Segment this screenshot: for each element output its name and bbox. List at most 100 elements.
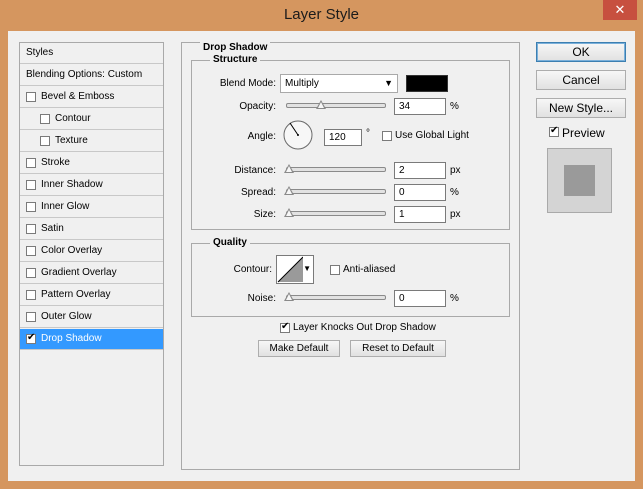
angle-label: Angle: — [247, 131, 276, 142]
ok-button[interactable]: OK — [536, 42, 626, 62]
inner-shadow-checkbox[interactable] — [26, 180, 36, 190]
opacity-label: Opacity: — [239, 101, 276, 112]
noise-slider[interactable] — [284, 292, 386, 301]
contour-picker[interactable]: ▼ — [276, 255, 314, 284]
size-label: Size: — [253, 209, 276, 220]
stroke-checkbox[interactable] — [26, 158, 36, 168]
sidebar-item-color-overlay[interactable]: Color Overlay — [20, 241, 163, 262]
styles-header[interactable]: Styles — [20, 43, 163, 64]
sidebar-item-label: Satin — [41, 223, 64, 234]
spread-field[interactable]: 0 — [394, 184, 446, 201]
inner-glow-checkbox[interactable] — [26, 202, 36, 212]
sidebar-item-label: Pattern Overlay — [41, 289, 111, 300]
opacity-slider[interactable] — [286, 100, 386, 109]
styles-header-label: Styles — [26, 47, 54, 58]
title-bar[interactable]: Layer Style ✕ — [0, 0, 643, 30]
contour-checkbox[interactable] — [40, 114, 50, 124]
contour-label: Contour: — [233, 264, 272, 275]
texture-checkbox[interactable] — [40, 136, 50, 146]
preview-label: Preview — [562, 126, 605, 140]
shadow-color-swatch[interactable] — [406, 75, 448, 92]
sidebar-item-label: Drop Shadow — [41, 333, 102, 344]
preview-swatch — [564, 165, 595, 196]
blending-options-label: Blending Options: Custom — [26, 69, 143, 80]
spread-unit: % — [450, 187, 459, 198]
cancel-button[interactable]: Cancel — [536, 70, 626, 90]
blend-mode-value: Multiply — [285, 78, 319, 89]
noise-label: Noise: — [247, 293, 276, 304]
angle-dial-icon[interactable] — [282, 119, 314, 151]
opacity-unit: % — [450, 101, 459, 112]
sidebar-item-inner-shadow[interactable]: Inner Shadow — [20, 175, 163, 196]
dialog-window: Layer Style ✕ Styles Blending Options: C… — [0, 0, 643, 489]
distance-label: Distance: — [234, 165, 276, 176]
noise-slider-thumb[interactable] — [284, 292, 294, 301]
sidebar-item-label: Color Overlay — [41, 245, 103, 256]
blend-mode-select[interactable]: Multiply ▼ — [280, 74, 398, 93]
sidebar-item-label: Outer Glow — [41, 311, 92, 322]
styles-list: Styles Blending Options: Custom Bevel & … — [19, 42, 164, 466]
reset-to-default-button[interactable]: Reset to Default — [350, 340, 446, 357]
size-slider[interactable] — [284, 208, 386, 217]
anti-aliased-checkbox[interactable] — [330, 265, 340, 275]
angle-unit: ° — [366, 128, 370, 139]
use-global-light-label: Use Global Light — [395, 130, 469, 141]
knockout-toggle[interactable]: Layer Knocks Out Drop Shadow — [280, 321, 436, 333]
make-default-button[interactable]: Make Default — [258, 340, 340, 357]
distance-slider-thumb[interactable] — [284, 164, 294, 173]
dialog-body: Styles Blending Options: Custom Bevel & … — [8, 31, 635, 481]
preview-thumbnail — [547, 148, 612, 213]
knockout-label: Layer Knocks Out Drop Shadow — [293, 322, 436, 333]
distance-unit: px — [450, 165, 461, 176]
sidebar-item-satin[interactable]: Satin — [20, 219, 163, 240]
angle-field[interactable]: 120 — [324, 129, 362, 146]
sidebar-item-gradient-overlay[interactable]: Gradient Overlay — [20, 263, 163, 284]
gradient-overlay-checkbox[interactable] — [26, 268, 36, 278]
opacity-field[interactable]: 34 — [394, 98, 446, 115]
sidebar-item-label: Contour — [55, 113, 91, 124]
anti-aliased-label: Anti-aliased — [343, 264, 396, 275]
preview-toggle[interactable]: Preview — [549, 125, 605, 140]
sidebar-item-drop-shadow[interactable]: Drop Shadow — [20, 329, 163, 350]
use-global-light-toggle[interactable]: Use Global Light — [382, 130, 469, 141]
sidebar-item-outer-glow[interactable]: Outer Glow — [20, 307, 163, 328]
opacity-slider-thumb[interactable] — [316, 100, 326, 109]
knockout-checkbox[interactable] — [280, 321, 290, 333]
noise-unit: % — [450, 293, 459, 304]
preview-checkbox[interactable] — [549, 125, 559, 137]
spread-slider[interactable] — [284, 186, 386, 195]
satin-checkbox[interactable] — [26, 224, 36, 234]
contour-linear-icon — [277, 256, 303, 283]
noise-field[interactable]: 0 — [394, 290, 446, 307]
sidebar-item-inner-glow[interactable]: Inner Glow — [20, 197, 163, 218]
sidebar-item-stroke[interactable]: Stroke — [20, 153, 163, 174]
sidebar-item-label: Gradient Overlay — [41, 267, 117, 278]
blend-mode-label: Blend Mode: — [219, 78, 276, 89]
color-overlay-checkbox[interactable] — [26, 246, 36, 256]
sidebar-item-texture[interactable]: Texture — [20, 131, 163, 152]
distance-field[interactable]: 2 — [394, 162, 446, 179]
sidebar-item-contour[interactable]: Contour — [20, 109, 163, 130]
size-unit: px — [450, 209, 461, 220]
close-icon[interactable]: ✕ — [603, 0, 637, 20]
quality-group: Quality Contour: ▼ Anti-aliased Noise: 0 — [191, 237, 510, 317]
size-slider-thumb[interactable] — [284, 208, 294, 217]
size-field[interactable]: 1 — [394, 206, 446, 223]
sidebar-item-label: Inner Shadow — [41, 179, 103, 190]
anti-aliased-toggle[interactable]: Anti-aliased — [330, 264, 395, 275]
chevron-down-icon[interactable]: ▼ — [303, 264, 311, 273]
new-style-button[interactable]: New Style... — [536, 98, 626, 118]
sidebar-item-pattern-overlay[interactable]: Pattern Overlay — [20, 285, 163, 306]
outer-glow-checkbox[interactable] — [26, 312, 36, 322]
blending-options-item[interactable]: Blending Options: Custom — [20, 65, 163, 86]
distance-slider[interactable] — [284, 164, 386, 173]
use-global-light-checkbox[interactable] — [382, 131, 392, 141]
drop-shadow-checkbox[interactable] — [26, 332, 36, 344]
spread-slider-thumb[interactable] — [284, 186, 294, 195]
pattern-overlay-checkbox[interactable] — [26, 290, 36, 300]
structure-title: Structure — [210, 54, 261, 65]
dialog-title: Layer Style — [283, 6, 360, 23]
bevel-emboss-checkbox[interactable] — [26, 92, 36, 102]
sidebar-item-label: Stroke — [41, 157, 70, 168]
sidebar-item-bevel-emboss[interactable]: Bevel & Emboss — [20, 87, 163, 108]
